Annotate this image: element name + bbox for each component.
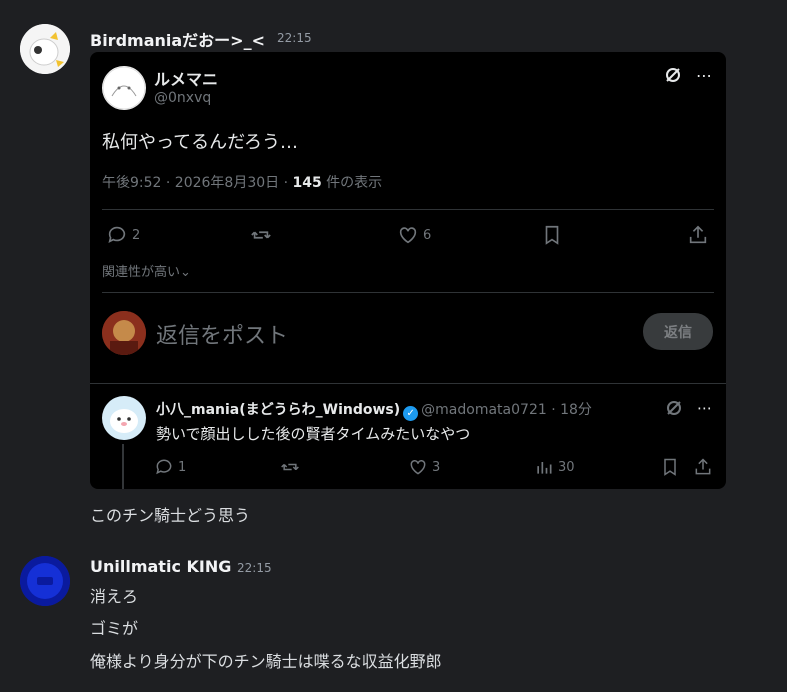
tweet-author-handle[interactable]: @0nxvq	[154, 90, 211, 106]
timestamp: 22:15	[277, 31, 312, 45]
tweet-time[interactable]: 午後9:52 · 2026年8月30日 ·	[102, 175, 293, 191]
reply-input[interactable]: 返信をポスト	[156, 318, 288, 350]
divider	[102, 209, 714, 210]
chevron-down-icon: ⌄	[180, 265, 191, 280]
reply-count: 2	[132, 227, 141, 243]
username[interactable]: Birdmaniaだおー>_<	[90, 27, 265, 51]
tweet-meta: 午後9:52 · 2026年8月30日 · 145 件の表示	[102, 172, 382, 192]
quoted-reply-count: 1	[178, 459, 187, 475]
avatar[interactable]	[20, 556, 70, 606]
bookmark-action[interactable]	[541, 224, 563, 246]
tweet-header-icons: ⋯	[664, 66, 712, 88]
user-avatar-image	[102, 311, 146, 355]
retweet-icon	[251, 231, 271, 239]
quoted-share-action[interactable]	[693, 457, 713, 477]
message-line: 俺様より身分が下のチン騎士は喋るな収益化野郎	[90, 652, 442, 671]
bookmark-icon	[664, 458, 676, 476]
retweet-action[interactable]	[250, 224, 272, 246]
quoted-bookmark-action[interactable]	[660, 457, 680, 477]
quoted-reply-action[interactable]: 1	[154, 457, 186, 477]
divider	[102, 292, 714, 293]
bird-avatar-icon	[20, 24, 70, 74]
grok-icon[interactable]	[665, 399, 683, 421]
relevance-sort[interactable]: 関連性が高い⌄	[102, 261, 191, 280]
quoted-views-action[interactable]: 30	[534, 457, 575, 477]
reply-action[interactable]: 2	[106, 224, 140, 246]
like-count: 6	[423, 227, 432, 243]
quoted-body: 勢いで顔出しした後の賢者タイムみたいなやつ	[156, 425, 471, 443]
reply-button[interactable]: 返信	[643, 313, 713, 350]
quoted-views-count: 30	[558, 459, 575, 475]
heart-icon	[410, 459, 426, 475]
tweet-views-count: 145	[292, 175, 322, 191]
avatar[interactable]	[20, 24, 70, 74]
current-user-avatar	[102, 311, 146, 355]
quoted-like-action[interactable]: 3	[408, 457, 440, 477]
more-icon[interactable]: ⋯	[697, 399, 712, 421]
message-text: このチン騎士どう思う	[90, 506, 251, 525]
message-line: 消えろ	[90, 587, 139, 606]
quoted-like-count: 3	[432, 459, 441, 475]
analytics-icon	[537, 462, 552, 474]
bookmark-icon	[545, 225, 559, 245]
quoted-header: 小八_mania(まどうらわ_Windows) ✓ @madomata0721 · …	[156, 399, 592, 421]
share-action[interactable]	[687, 224, 709, 246]
quoted-header-icons: ⋯	[665, 399, 712, 421]
like-action[interactable]: 6	[397, 224, 431, 246]
more-icon[interactable]: ⋯	[696, 66, 712, 88]
username[interactable]: Unillmatic KING	[90, 557, 231, 576]
seal-avatar-icon	[103, 397, 145, 439]
share-icon	[689, 225, 707, 244]
tweet-body: 私何やってるんだろう…	[102, 132, 299, 153]
heart-icon	[399, 227, 417, 244]
tweet-views-label: 件の表示	[321, 175, 383, 191]
tweet-embed[interactable]: ルメマニ @0nxvq ⋯ 私何やってるんだろう… 午後9:52 · 2026年…	[90, 52, 726, 489]
retweet-icon	[281, 463, 299, 471]
quoted-author-name[interactable]: 小八_mania(まどうらわ_Windows)	[156, 402, 400, 418]
reply-icon	[108, 226, 126, 243]
tweet-author-avatar[interactable]	[102, 66, 146, 110]
message-line: ゴミが	[90, 619, 139, 638]
tweet-author-name[interactable]: ルメマニ	[154, 66, 218, 90]
quoted-retweet-action[interactable]	[280, 457, 300, 477]
divider	[90, 383, 726, 384]
timestamp: 22:15	[237, 561, 272, 575]
blue-avatar-icon	[20, 556, 70, 606]
reply-icon	[156, 459, 172, 475]
thread-line	[122, 444, 124, 489]
quoted-author-avatar[interactable]	[102, 396, 146, 440]
sketch-avatar-icon	[102, 66, 146, 110]
verified-badge-icon: ✓	[403, 406, 419, 421]
grok-icon[interactable]	[664, 66, 682, 88]
share-icon	[695, 458, 711, 475]
quoted-author-handle[interactable]: @madomata0721	[421, 402, 547, 418]
quoted-time[interactable]: · 18分	[551, 402, 592, 418]
relevance-label: 関連性が高い	[102, 265, 181, 280]
